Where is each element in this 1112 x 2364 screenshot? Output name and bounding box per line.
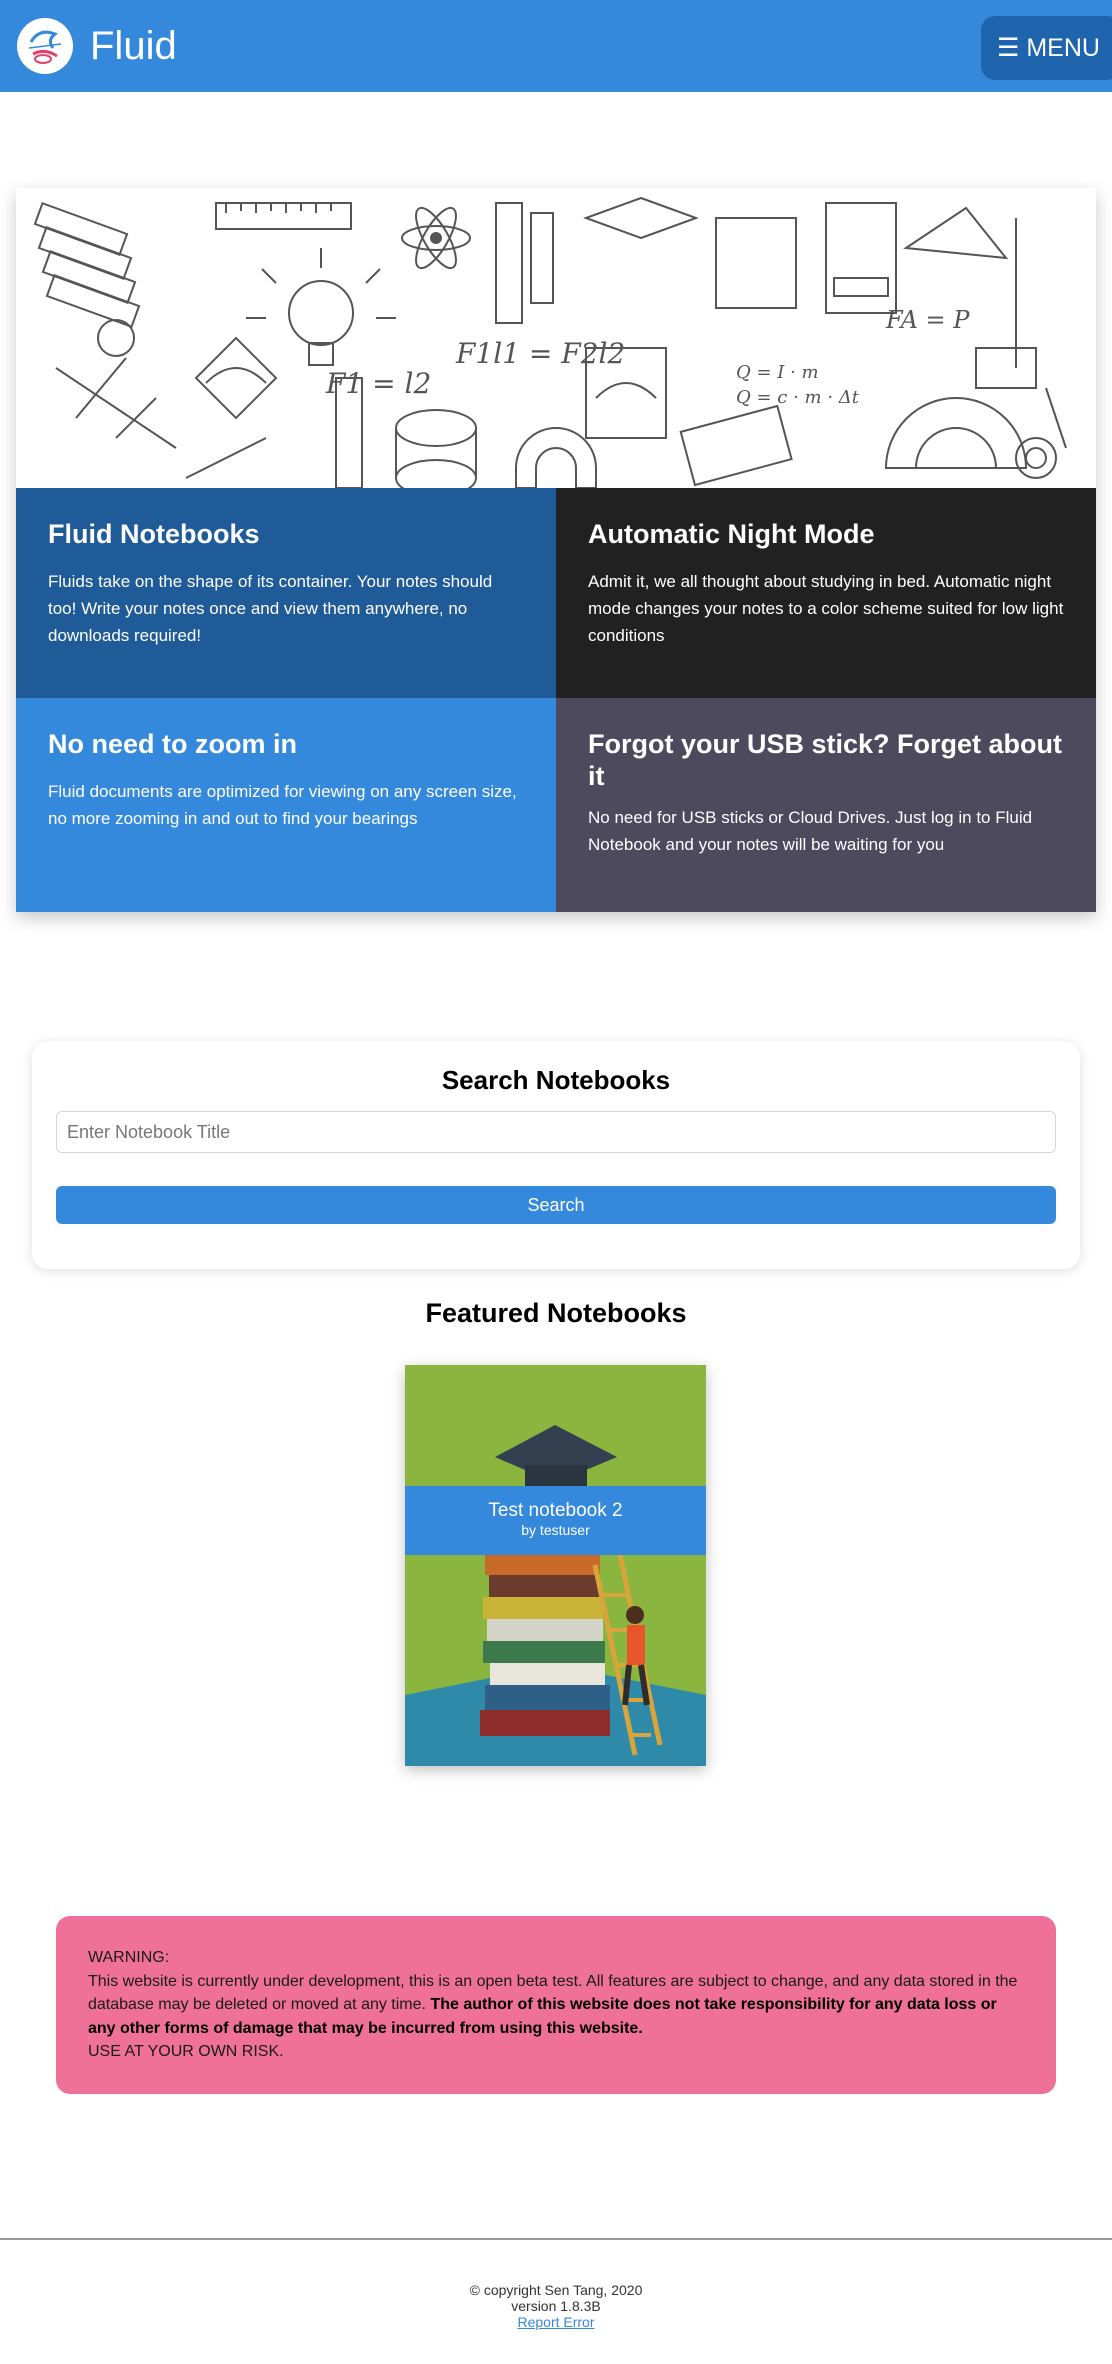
feature-title: Fluid Notebooks bbox=[48, 519, 260, 549]
beta-warning-box: WARNING: This website is currently under… bbox=[56, 1916, 1056, 2094]
top-navbar: Fluid ☰ MENU bbox=[0, 0, 1112, 92]
footer: © copyright Sen Tang, 2020 version 1.8.3… bbox=[0, 2282, 1112, 2330]
feature-title: Forgot your USB stick? Forget about it bbox=[588, 729, 1063, 791]
notebook-title-search-input[interactable] bbox=[56, 1111, 1056, 1153]
fluid-logo-icon[interactable] bbox=[17, 18, 73, 74]
featured-notebook-card[interactable]: Test notebook 2 by testuser bbox=[405, 1365, 706, 1766]
svg-text:F1 = l2: F1 = l2 bbox=[325, 367, 431, 400]
version-text: version 1.8.3B bbox=[511, 2298, 601, 2314]
school-doodle-banner-image: F1 = l2 F1l1 = F2l2 Q = I · m Q = c · m … bbox=[16, 188, 1096, 488]
feature-tile-usb: Forgot your USB stick? Forget about it N… bbox=[556, 698, 1096, 912]
warning-risk: USE AT YOUR OWN RISK. bbox=[88, 2043, 284, 2060]
notebook-name[interactable]: Test notebook 2 bbox=[405, 1500, 706, 1522]
feature-text: Fluid documents are optimized for viewin… bbox=[48, 782, 517, 828]
feature-text: Admit it, we all thought about studying … bbox=[588, 572, 1064, 645]
footer-divider bbox=[0, 2238, 1112, 2240]
notebook-cover-image bbox=[405, 1365, 706, 1766]
feature-title: No need to zoom in bbox=[48, 729, 297, 759]
feature-tile-no-zoom: No need to zoom in Fluid documents are o… bbox=[16, 698, 556, 912]
copyright-text: © copyright Sen Tang, 2020 bbox=[469, 2282, 643, 2298]
search-notebooks-card: Search Notebooks Search bbox=[32, 1041, 1080, 1269]
feature-title: Automatic Night Mode bbox=[588, 519, 875, 549]
svg-text:FA = P: FA = P bbox=[885, 306, 970, 334]
svg-text:Q = c · m · Δt: Q = c · m · Δt bbox=[736, 387, 860, 408]
notebook-title-band: Test notebook 2 by testuser bbox=[405, 1486, 706, 1555]
report-error-link[interactable]: Report Error bbox=[517, 2314, 594, 2330]
feature-tile-fluid-notebooks: Fluid Notebooks Fluids take on the shape… bbox=[16, 488, 556, 698]
svg-text:Q = I · m: Q = I · m bbox=[736, 362, 819, 383]
warning-heading: WARNING: bbox=[88, 1949, 170, 1966]
features-card: F1 = l2 F1l1 = F2l2 Q = I · m Q = c · m … bbox=[16, 188, 1096, 912]
feature-text: Fluids take on the shape of its containe… bbox=[48, 572, 493, 645]
feature-text: No need for USB sticks or Cloud Drives. … bbox=[588, 808, 1033, 854]
svg-text:F1l1 = F2l2: F1l1 = F2l2 bbox=[455, 337, 625, 370]
feature-tile-night-mode: Automatic Night Mode Admit it, we all th… bbox=[556, 488, 1096, 698]
menu-button[interactable]: ☰ MENU bbox=[981, 16, 1112, 80]
search-title: Search Notebooks bbox=[441, 1065, 671, 1095]
search-button[interactable]: Search bbox=[56, 1186, 1056, 1224]
brand-name[interactable]: Fluid bbox=[90, 20, 177, 72]
featured-notebooks-title: Featured Notebooks bbox=[425, 1298, 687, 1328]
notebook-author: by testuser bbox=[521, 1522, 590, 1538]
